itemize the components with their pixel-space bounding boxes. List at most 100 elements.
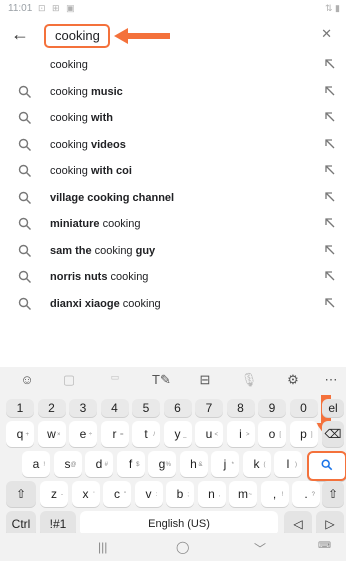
key-y[interactable]: y _ xyxy=(163,421,192,447)
back-chevron-icon[interactable]: ﹀ xyxy=(254,540,266,557)
on-screen-keyboard: ☺ ▢ ▭ T✎ ⊟ 🎙 ⚙ ⋯ 1 2 3 4 5 6 7 8 9 0 el q + w × e ÷ r = t / y… xyxy=(0,367,346,561)
search-key[interactable] xyxy=(307,451,346,481)
key-secondary-label: @ xyxy=(70,462,77,468)
key-3[interactable]: 3 xyxy=(69,399,97,417)
delete-key[interactable]: el xyxy=(322,399,344,417)
suggestion-item[interactable]: cooking music xyxy=(0,79,346,106)
clipboard-icon[interactable]: ⊟ xyxy=(196,372,214,388)
search-input[interactable]: cooking xyxy=(44,24,110,48)
key-label: i xyxy=(239,427,242,441)
key-p[interactable]: p] xyxy=(289,421,318,447)
key-label: g xyxy=(158,457,166,471)
key-0[interactable]: 0 xyxy=(289,399,318,417)
key-u[interactable]: u < xyxy=(195,421,223,447)
key-h[interactable]: h & xyxy=(179,451,208,477)
fill-query-arrow-icon[interactable] xyxy=(324,244,336,256)
close-icon[interactable]: ✕ xyxy=(321,26,332,42)
key-v[interactable]: v: xyxy=(134,481,163,507)
shift-key[interactable]: ⇧ xyxy=(6,481,36,507)
key-c[interactable]: c " xyxy=(103,481,131,507)
home-icon[interactable]: ◯ xyxy=(176,540,189,554)
suggestion-item[interactable]: village cooking channel xyxy=(0,185,346,212)
key-g[interactable]: g% xyxy=(148,451,176,477)
key-1[interactable]: 1 xyxy=(6,399,34,417)
key-o[interactable]: o[ xyxy=(258,421,286,447)
key-d[interactable]: d # xyxy=(85,451,113,477)
key-q[interactable]: q + xyxy=(6,421,34,447)
key-r[interactable]: r = xyxy=(100,421,129,447)
key-j[interactable]: j * xyxy=(211,451,239,477)
keyboard-switch-icon[interactable]: ⌨ xyxy=(318,540,331,551)
key-secondary-label: × xyxy=(56,432,61,438)
search-icon xyxy=(18,138,31,151)
key-label: z xyxy=(51,487,57,501)
suggestion-item[interactable]: cooking with xyxy=(0,105,346,132)
key-x[interactable]: x ' xyxy=(71,481,100,507)
handwriting-icon[interactable]: T✎ xyxy=(152,372,171,388)
fill-query-arrow-icon[interactable] xyxy=(324,297,336,309)
key-,[interactable]: ,! xyxy=(260,481,289,507)
key-l[interactable]: l) xyxy=(274,451,302,477)
suggestion-item[interactable]: cooking with coi xyxy=(0,158,346,185)
emoji-icon[interactable]: ☺ xyxy=(18,372,36,388)
key-z[interactable]: z- xyxy=(40,481,68,507)
suggestion-label: cooking music xyxy=(50,85,123,98)
suggestion-item[interactable]: cooking videos xyxy=(0,132,346,159)
suggestion-item[interactable]: cooking xyxy=(0,52,346,79)
more-options-icon[interactable]: ⋯ xyxy=(322,372,340,388)
key-label: v xyxy=(145,487,152,501)
back-arrow-icon[interactable]: ← xyxy=(10,24,30,44)
key-label: . xyxy=(304,487,308,501)
key-t[interactable]: t / xyxy=(132,421,160,447)
key-4[interactable]: 4 xyxy=(100,399,129,417)
microphone-icon[interactable]: 🎙 xyxy=(240,372,258,388)
key-e[interactable]: e ÷ xyxy=(69,421,97,447)
fill-query-arrow-icon[interactable] xyxy=(324,111,336,123)
key-a[interactable]: a! xyxy=(22,451,50,477)
key-2[interactable]: 2 xyxy=(37,399,66,417)
key-s[interactable]: s @ xyxy=(53,451,82,477)
suggestion-item[interactable]: dianxi xiaoge cooking xyxy=(0,291,346,318)
fill-query-arrow-icon[interactable] xyxy=(324,164,336,176)
fill-query-arrow-icon[interactable] xyxy=(324,217,336,229)
fill-query-arrow-icon[interactable] xyxy=(324,85,336,97)
key-5[interactable]: 5 xyxy=(132,399,160,417)
key-secondary-label: - xyxy=(61,492,63,498)
suggestion-item[interactable]: sam the cooking guy xyxy=(0,238,346,265)
key-label: b xyxy=(176,487,184,501)
backspace-key[interactable]: ⌫ xyxy=(322,421,344,447)
suggestion-item[interactable]: norris nuts cooking xyxy=(0,264,346,291)
shift-key-right[interactable]: ⇧ xyxy=(322,481,344,507)
key-label: f xyxy=(128,457,133,471)
key-secondary-label: / xyxy=(153,432,155,438)
key-secondary-label: ' xyxy=(93,492,95,498)
sticker-icon[interactable]: ▢ xyxy=(60,372,78,388)
key-i[interactable]: i > xyxy=(226,421,255,447)
recent-apps-icon[interactable]: ||| xyxy=(98,540,107,554)
key-.[interactable]: .? xyxy=(292,481,320,507)
fill-query-arrow-icon[interactable] xyxy=(324,138,336,150)
fill-query-arrow-icon[interactable] xyxy=(324,270,336,282)
gif-icon[interactable]: ▭ xyxy=(106,372,124,388)
key-n[interactable]: n, xyxy=(197,481,226,507)
key-secondary-label: > xyxy=(245,432,250,438)
fill-query-arrow-icon[interactable] xyxy=(324,191,336,203)
key-8[interactable]: 8 xyxy=(226,399,255,417)
key-b[interactable]: b; xyxy=(166,481,194,507)
suggestion-label: cooking videos xyxy=(50,138,126,151)
key-f[interactable]: f $ xyxy=(116,451,145,477)
key-label: o xyxy=(268,427,276,441)
suggestion-item[interactable]: miniature cooking xyxy=(0,211,346,238)
key-m[interactable]: m ~ xyxy=(229,481,257,507)
key-secondary-label: ~ xyxy=(248,492,252,498)
key-7[interactable]: 7 xyxy=(195,399,223,417)
search-icon xyxy=(18,270,31,283)
fill-query-arrow-icon[interactable] xyxy=(324,58,336,70)
key-9[interactable]: 9 xyxy=(258,399,286,417)
key-k[interactable]: k( xyxy=(242,451,271,477)
key-w[interactable]: w × xyxy=(37,421,66,447)
search-icon xyxy=(18,244,31,257)
settings-gear-icon[interactable]: ⚙ xyxy=(284,372,302,388)
key-label: n xyxy=(208,487,215,501)
key-6[interactable]: 6 xyxy=(163,399,192,417)
